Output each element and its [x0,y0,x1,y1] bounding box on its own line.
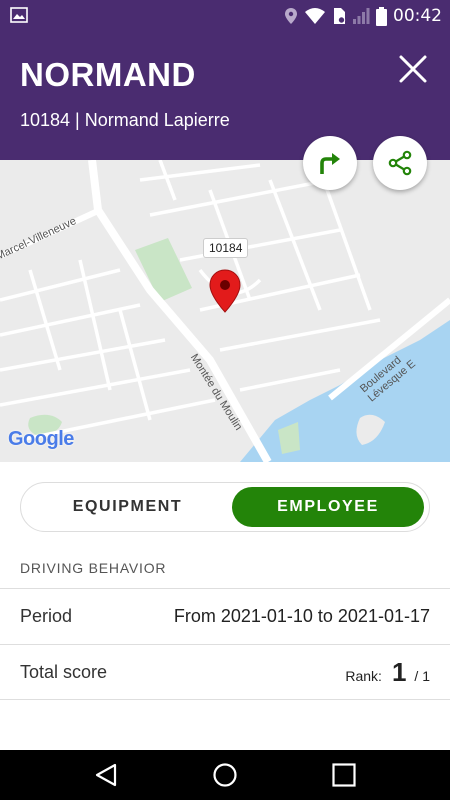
score-label: Total score [20,662,108,682]
battery-icon [376,6,387,26]
home-icon[interactable] [212,762,238,788]
tab-equipment[interactable]: EQUIPMENT [25,487,230,527]
location-icon [285,8,297,24]
status-time: 00:42 [393,6,442,26]
page-title: NORMAND [20,56,196,93]
score-row: Total score Rank: 1 / 1 [0,644,450,700]
page-subtitle: 10184 | Normand Lapierre [20,110,230,130]
share-icon [388,150,412,176]
wifi-icon [305,8,325,24]
section-title: DRIVING BEHAVIOR [20,560,167,576]
rank-display: Rank: 1 / 1 [345,657,430,688]
signal-icon [353,8,370,24]
directions-icon [320,153,340,174]
period-label: Period [20,606,73,626]
tab-employee[interactable]: EMPLOYEE [232,487,424,527]
map-view[interactable]: 10184 Marcel-Villeneuve Montée du Moulin… [0,160,450,462]
directions-button[interactable] [303,136,357,190]
navigation-bar [0,750,450,800]
image-notification-icon [10,7,28,23]
view-toggle: EQUIPMENT EMPLOYEE [20,482,430,532]
sim-icon [334,8,346,24]
rank-label: Rank: [345,668,382,684]
back-icon[interactable] [93,762,119,788]
rank-total: / 1 [414,668,430,684]
status-bar: 00:42 [0,0,450,32]
period-value: From 2021-01-10 to 2021-01-17 [173,606,430,626]
share-button[interactable] [373,136,427,190]
period-row: Period From 2021-01-10 to 2021-01-17 [0,588,450,644]
close-icon[interactable] [398,54,428,84]
google-logo: Google [8,428,74,450]
rank-value: 1 [391,657,407,687]
marker-label: 10184 [203,238,249,258]
recents-icon[interactable] [331,762,357,788]
map-marker-icon[interactable] [209,269,241,313]
